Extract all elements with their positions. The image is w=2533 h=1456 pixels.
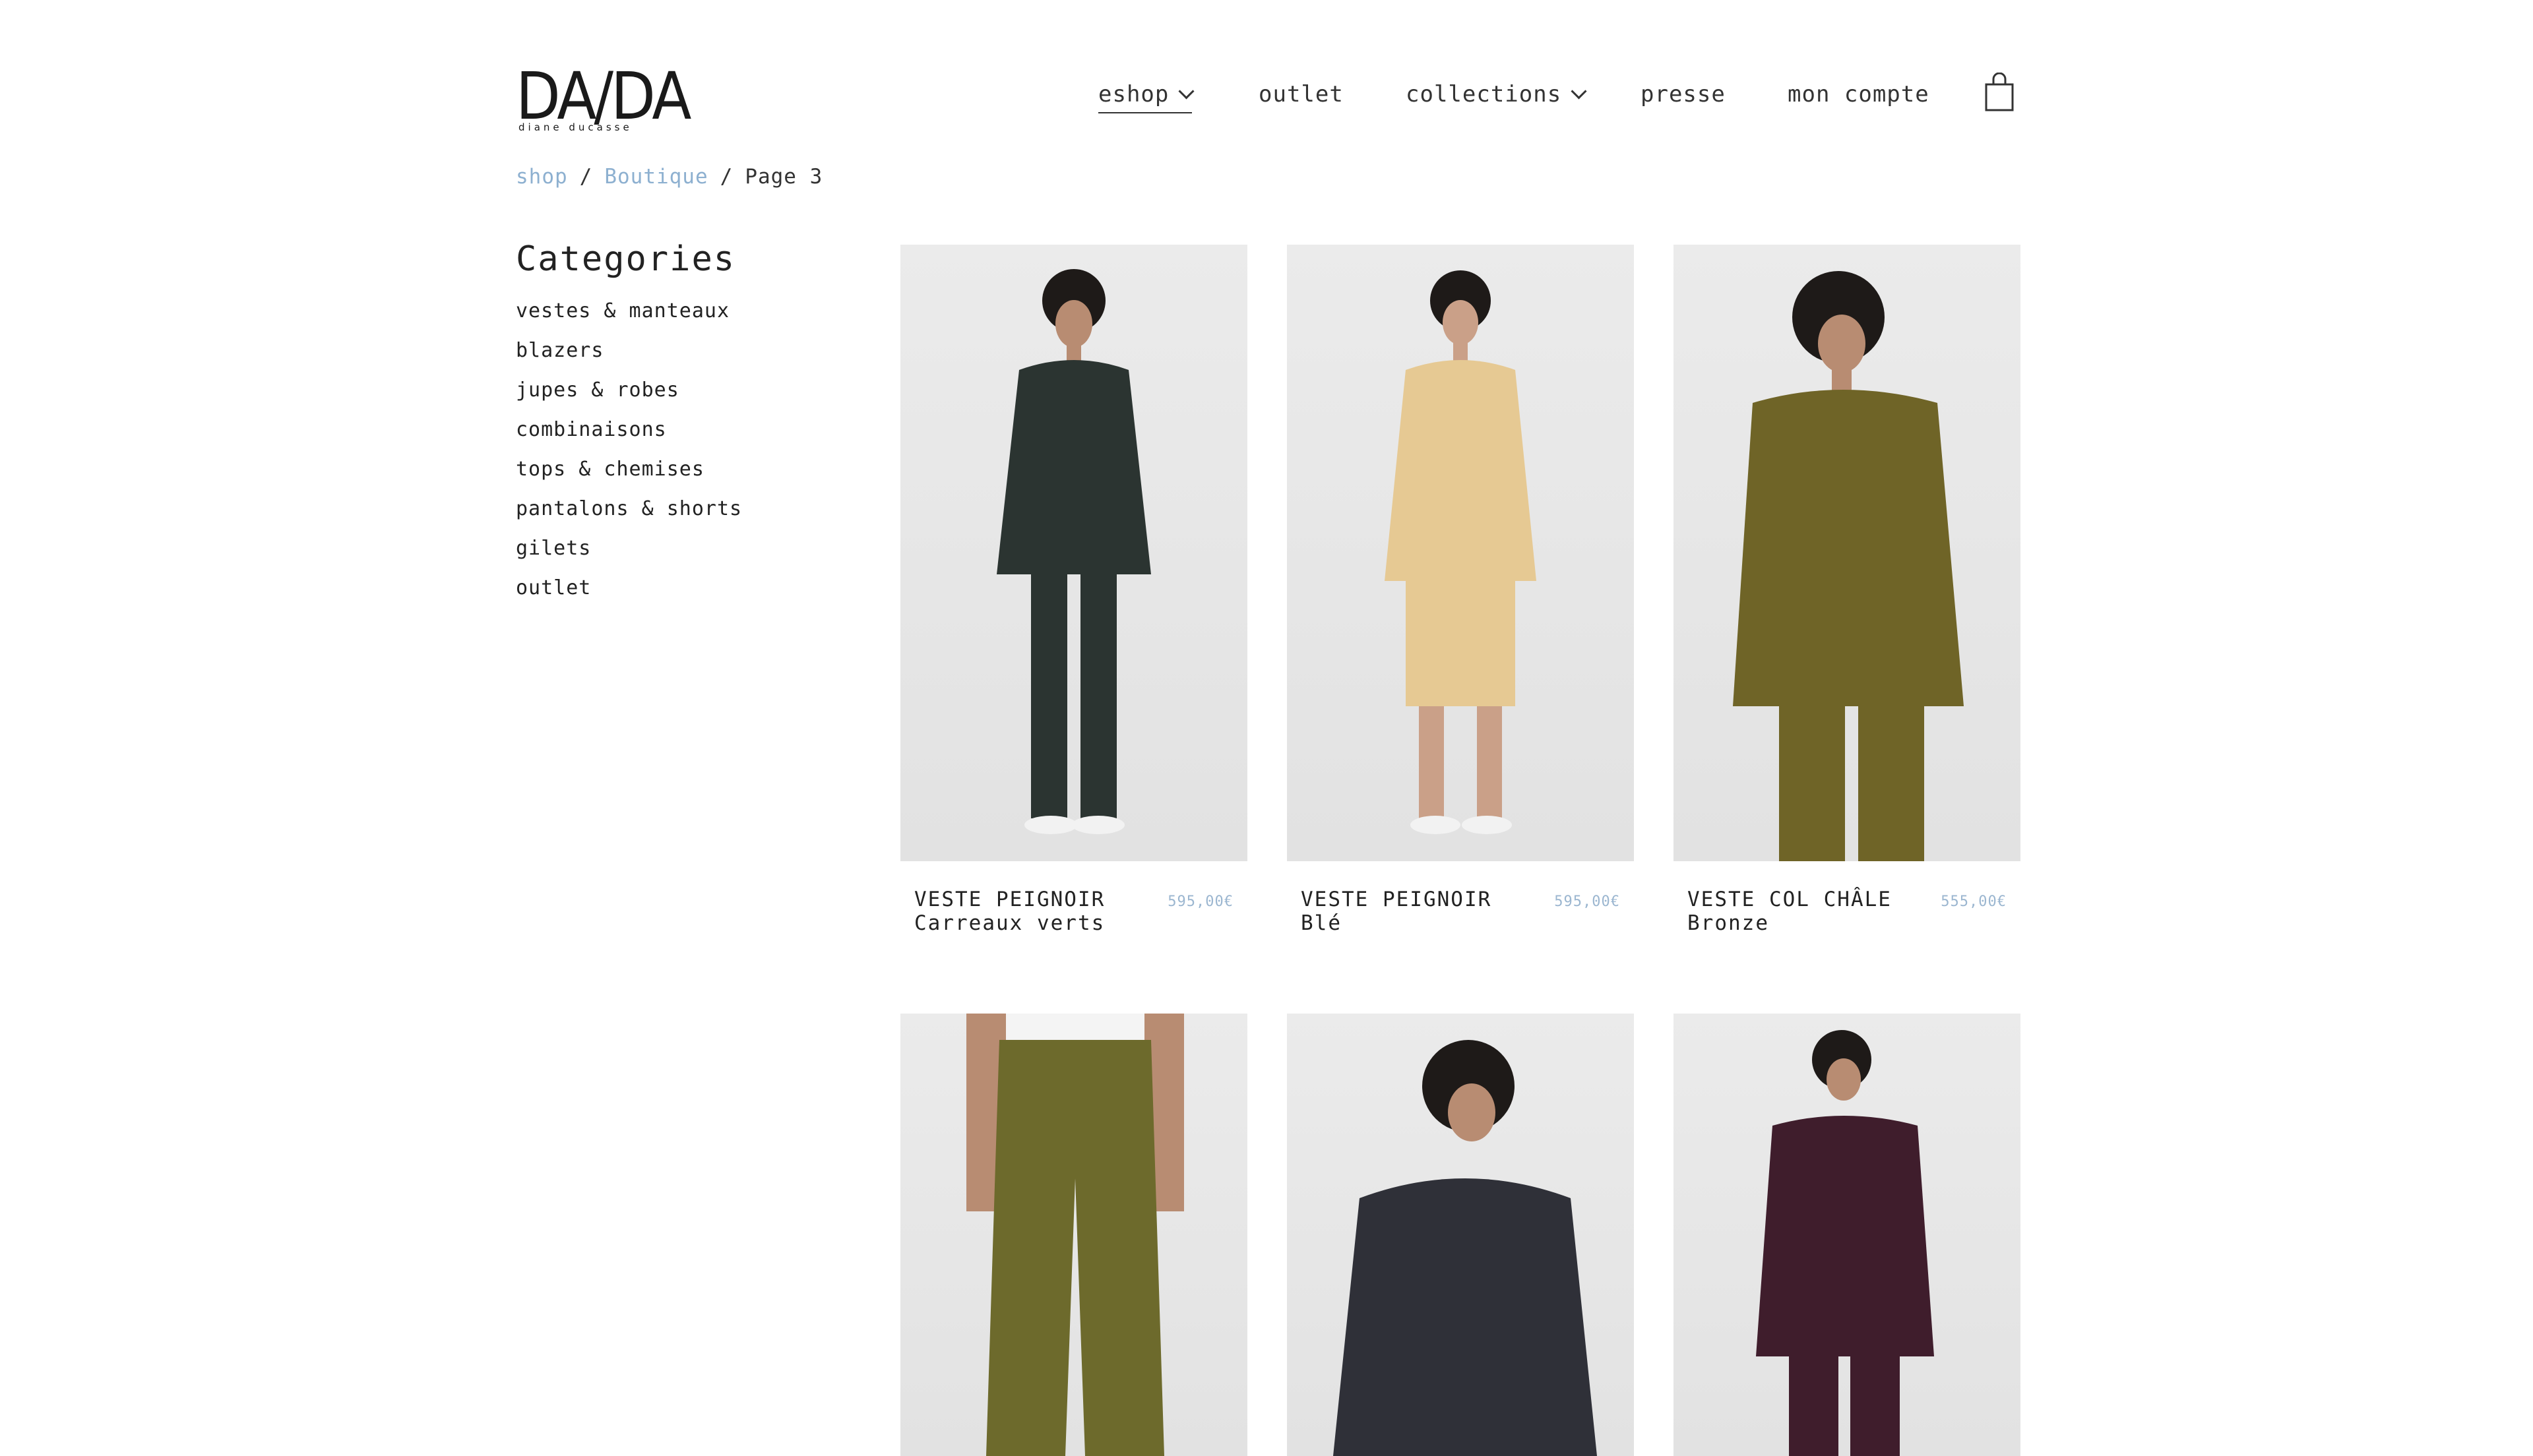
breadcrumb-boutique[interactable]: Boutique — [604, 165, 708, 189]
breadcrumb-separator: / — [579, 165, 593, 189]
garment-shape — [986, 1040, 1164, 1456]
brand-logo[interactable]: DA/DA diane ducasse — [516, 63, 691, 136]
product-name[interactable]: VESTE COL CHÂLE Bronze — [1687, 888, 1892, 935]
chevron-down-icon — [1571, 82, 1587, 100]
nav-outlet-label: outlet — [1259, 81, 1344, 107]
product-price: 595,00€ — [1168, 894, 1234, 910]
product-variant: Bronze — [1687, 911, 1769, 935]
product-image[interactable] — [900, 245, 1247, 861]
product-image[interactable] — [1287, 245, 1634, 861]
category-blazers[interactable]: blazers — [516, 338, 742, 377]
garment-shape — [1031, 568, 1067, 818]
product-image[interactable] — [1673, 1014, 2020, 1456]
garment-shape — [997, 360, 1151, 574]
breadcrumb-current: Page 3 — [745, 165, 823, 189]
garment-shape — [1385, 360, 1536, 581]
breadcrumb: shop / Boutique / Page 3 — [516, 165, 823, 189]
product-card[interactable] — [1673, 1014, 2020, 1456]
nav-presse[interactable]: presse — [1641, 78, 1726, 111]
category-jupes-robes[interactable]: jupes & robes — [516, 377, 742, 417]
nav-eshop[interactable]: eshop — [1098, 78, 1195, 113]
product-price: 595,00€ — [1554, 894, 1620, 910]
category-outlet[interactable]: outlet — [516, 575, 742, 615]
product-price: 555,00€ — [1941, 894, 2007, 910]
category-tops-chemises[interactable]: tops & chemises — [516, 456, 742, 496]
product-card[interactable]: VESTE PEIGNOIR Blé 595,00€ — [1287, 245, 1634, 937]
product-name[interactable]: VESTE PEIGNOIR Carreaux verts — [914, 888, 1105, 935]
nav-presse-label: presse — [1641, 81, 1726, 107]
nav-collections[interactable]: collections — [1406, 78, 1587, 111]
nav-eshop-label: eshop — [1098, 81, 1170, 107]
product-image[interactable] — [1673, 245, 2020, 861]
category-combinaisons[interactable]: combinaisons — [516, 417, 742, 456]
categories-title: Categories — [516, 239, 736, 279]
shopping-bag-icon[interactable] — [1984, 72, 2015, 112]
product-title: VESTE COL CHÂLE — [1687, 888, 1892, 911]
category-list: vestes & manteaux blazers jupes & robes … — [516, 298, 742, 615]
chevron-down-icon — [1178, 82, 1195, 100]
brand-name: DA/DA — [516, 58, 691, 135]
category-pantalons-shorts[interactable]: pantalons & shorts — [516, 496, 742, 535]
breadcrumb-shop[interactable]: shop — [516, 165, 568, 189]
product-image[interactable] — [1287, 1014, 1634, 1456]
product-title: VESTE PEIGNOIR — [1301, 888, 1492, 911]
garment-shape — [1080, 568, 1117, 818]
garment-shape — [1779, 700, 1845, 861]
product-card[interactable]: VESTE COL CHÂLE Bronze 555,00€ — [1673, 245, 2020, 937]
category-vestes-manteaux[interactable]: vestes & manteaux — [516, 298, 742, 338]
nav-account[interactable]: mon compte — [1788, 78, 1929, 111]
garment-shape — [1406, 574, 1515, 706]
product-title: VESTE PEIGNOIR — [914, 888, 1106, 911]
nav-account-label: mon compte — [1788, 81, 1929, 107]
product-card[interactable] — [1287, 1014, 1634, 1456]
garment-shape — [1756, 1116, 1934, 1356]
garment-shape — [1850, 1350, 1900, 1456]
product-image[interactable] — [900, 1014, 1247, 1456]
garment-shape — [1858, 700, 1924, 861]
garment-shape — [1733, 390, 1964, 706]
nav-outlet[interactable]: outlet — [1259, 78, 1344, 111]
breadcrumb-separator: / — [720, 165, 734, 189]
product-variant: Blé — [1301, 911, 1342, 935]
garment-shape — [1333, 1178, 1597, 1456]
nav-collections-label: collections — [1406, 81, 1562, 107]
product-variant: Carreaux verts — [914, 911, 1106, 935]
garment-shape — [1789, 1350, 1838, 1456]
category-gilets[interactable]: gilets — [516, 535, 742, 575]
product-card[interactable] — [900, 1014, 1247, 1456]
product-card[interactable]: VESTE PEIGNOIR Carreaux verts 595,00€ — [900, 245, 1247, 937]
product-name[interactable]: VESTE PEIGNOIR Blé — [1301, 888, 1491, 935]
brand-tagline: diane ducasse — [518, 121, 633, 133]
